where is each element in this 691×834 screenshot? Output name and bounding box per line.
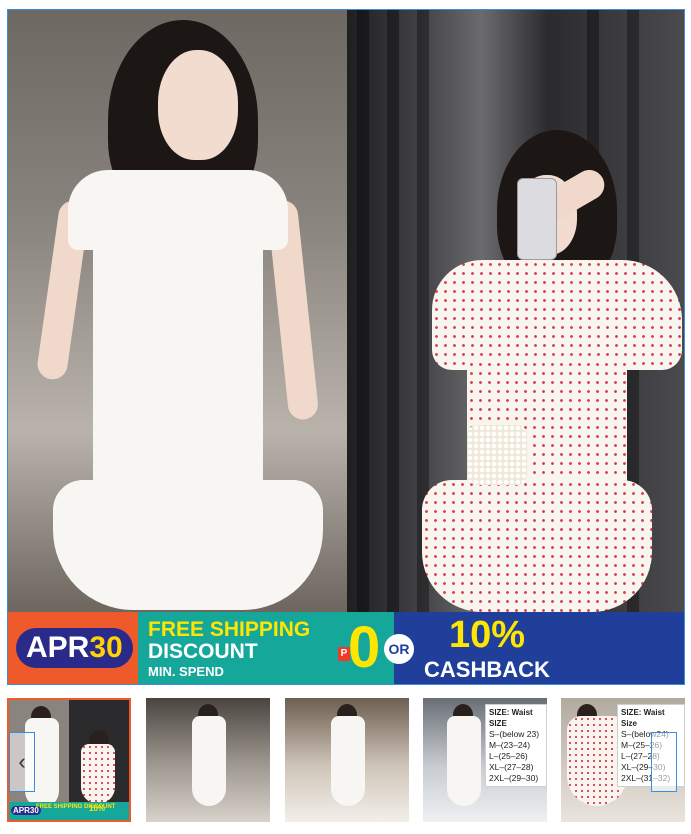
next-thumbnail-button[interactable] [651,732,677,792]
size-chart-header: SIZE: Waist SIZE [489,708,533,728]
thumbnail-2[interactable] [146,698,270,822]
thumbnail-figure [192,716,226,806]
thumbnail-strip: APR30 FREE SHIPPING DISCOUNT 10% SIZE: W… [7,698,685,826]
chevron-left-icon: ‹ [18,749,26,774]
min-spend-line: MIN. SPEND [148,664,224,679]
dress-hem [53,480,323,610]
cashback-segment: OR 10% CASHBACK [384,612,684,684]
thumbnail-figure [331,716,365,806]
apr30-segment: APR30 [8,612,138,684]
free-shipping-line: FREE SHIPPING [148,618,311,641]
promo-banner: APR30 FREE SHIPPING DISCOUNT MIN. SPEND … [8,612,684,684]
dress-top [432,260,682,370]
curtain-fold [357,10,369,612]
dress-body [93,240,263,500]
thumbnail-3[interactable] [285,698,409,822]
thumbnail-4[interactable]: SIZE: Waist SIZE S–(below 23) M–(23–24) … [423,698,547,822]
cashback-label: CASHBACK [424,657,550,682]
or-badge: OR [384,634,414,664]
size-row: XL–(27–28) [489,762,534,772]
model-photo-left [8,10,347,612]
dress-hem [422,480,652,612]
size-row: S–(below 23) [489,729,540,739]
model-photo-right [347,10,684,612]
size-row: L–(25–26) [489,751,528,761]
curtain-fold [387,10,399,612]
size-chart-header: SIZE: Waist Size [621,708,665,728]
thumbnail-mini-banner: APR30 FREE SHIPPING DISCOUNT 10% [9,802,129,820]
main-product-image[interactable]: APR30 FREE SHIPPING DISCOUNT MIN. SPEND … [7,9,685,685]
apr30-logo: APR30 [16,628,133,668]
zero-value: 0 [348,615,381,680]
thumbnail-figure [81,744,115,804]
phone-shape [517,178,557,260]
dress-top [68,170,288,250]
face-shape [158,50,238,160]
prev-thumbnail-button[interactable]: ‹ [9,732,35,792]
free-shipping-segment: FREE SHIPPING DISCOUNT MIN. SPEND P 0 [138,612,394,684]
size-row: M–(23–24) [489,740,531,750]
thumbnail-figure [447,716,481,806]
discount-line: DISCOUNT [148,640,258,663]
size-row: 2XL–(29–30) [489,773,539,783]
mini-cash-label: 10% [89,804,106,813]
cashback-percent: 10% [449,614,526,656]
pearl-bag [467,425,527,485]
size-chart: SIZE: Waist SIZE S–(below 23) M–(23–24) … [485,704,547,787]
